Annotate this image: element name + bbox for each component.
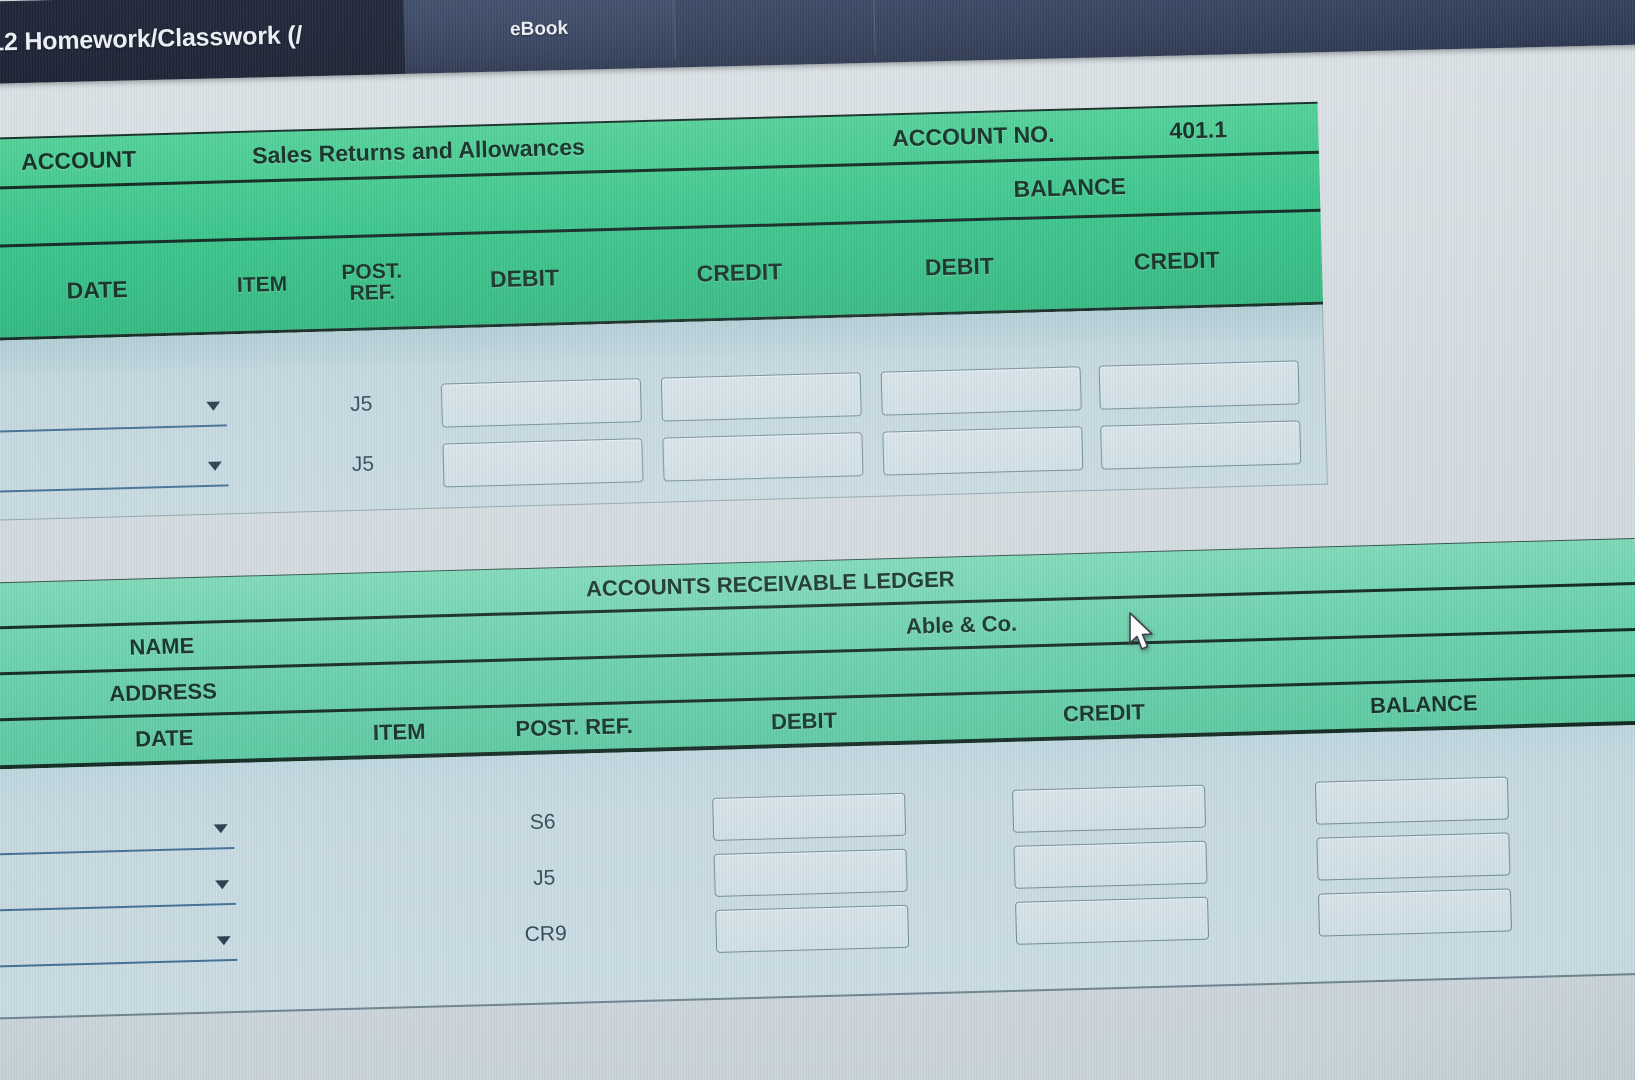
credit-input-gl-row-2[interactable] xyxy=(662,432,864,482)
account-no-value: 401.1 xyxy=(1169,116,1228,144)
date-dropdown-gl-row-2[interactable] xyxy=(0,452,229,494)
date-dropdown-ar-row-2[interactable] xyxy=(0,870,236,913)
tab-homework-classwork[interactable]: 12 Homework/Classwork (/ xyxy=(0,0,406,85)
debit-input-gl-row-1[interactable] xyxy=(440,378,642,428)
top-navigation-bar: 12 Homework/Classwork (/ eBook xyxy=(0,0,1635,85)
ar-column-header-date: DATE xyxy=(134,725,194,752)
general-ledger-body: - J5 J5 xyxy=(0,304,1328,521)
balance-input-ar-row-2[interactable] xyxy=(1316,832,1511,881)
chevron-down-icon xyxy=(216,936,231,946)
date-dropdown-gl-row-1[interactable] xyxy=(0,392,227,434)
post-ref-gl-row-2: J5 xyxy=(351,452,375,477)
post-ref-ar-row-3: CR9 xyxy=(524,921,568,947)
ar-name-label: NAME xyxy=(129,632,195,660)
balance-input-ar-row-1[interactable] xyxy=(1314,776,1509,825)
balance-credit-input-gl-row-1[interactable] xyxy=(1098,360,1300,410)
ar-column-header-balance: BALANCE xyxy=(1369,690,1478,719)
debit-input-ar-row-2[interactable] xyxy=(713,848,908,897)
ar-column-header-post-ref: POST. REF. xyxy=(515,713,634,742)
ar-name-value: Able & Co. xyxy=(905,610,1018,639)
tab-ebook[interactable]: eBook xyxy=(403,0,676,74)
balance-debit-input-gl-row-1[interactable] xyxy=(880,366,1082,416)
balance-credit-input-gl-row-2[interactable] xyxy=(1100,420,1302,470)
balance-group-label: BALANCE xyxy=(1013,172,1127,203)
chevron-down-icon xyxy=(215,880,230,890)
post-ref-ar-row-2: J5 xyxy=(532,866,556,890)
tab-ebook-label: eBook xyxy=(509,17,569,41)
mouse-cursor-icon xyxy=(1129,612,1153,650)
column-header-post-ref: POST. REF. xyxy=(311,236,433,329)
tab-homework-classwork-label: 12 Homework/Classwork (/ xyxy=(0,20,303,57)
post-ref-ar-row-1: S6 xyxy=(529,810,556,834)
date-dropdown-ar-row-3[interactable] xyxy=(0,926,238,969)
balance-debit-input-gl-row-2[interactable] xyxy=(882,426,1084,476)
account-name-value: Sales Returns and Allowances xyxy=(251,133,586,169)
tab-divider xyxy=(673,0,676,60)
column-header-balance-debit: DEBIT xyxy=(924,252,995,280)
post-ref-gl-row-1: J5 xyxy=(349,392,373,417)
column-header-credit: CREDIT xyxy=(696,257,783,287)
tab-divider xyxy=(873,0,876,55)
credit-input-ar-row-1[interactable] xyxy=(1011,784,1207,833)
accounts-receivable-body: )-- S6 J5 xyxy=(0,724,1635,1020)
balance-input-ar-row-3[interactable] xyxy=(1317,888,1512,937)
ar-column-header-debit: DEBIT xyxy=(770,707,838,735)
column-header-debit: DEBIT xyxy=(489,263,560,292)
debit-input-gl-row-2[interactable] xyxy=(442,438,644,488)
column-header-date: DATE xyxy=(66,275,128,304)
account-label: ACCOUNT xyxy=(20,145,137,175)
account-no-label: ACCOUNT NO. xyxy=(891,120,1055,152)
credit-input-ar-row-2[interactable] xyxy=(1013,840,1208,889)
chevron-down-icon xyxy=(207,461,223,471)
screen-photo: 12 Homework/Classwork (/ eBook ACCOUNT S… xyxy=(0,0,1635,1080)
general-ledger-account-table: ACCOUNT Sales Returns and Allowances ACC… xyxy=(0,101,1328,521)
general-ledger-header: ACCOUNT Sales Returns and Allowances ACC… xyxy=(0,101,1324,341)
credit-input-gl-row-1[interactable] xyxy=(660,372,862,422)
ar-address-label: ADDRESS xyxy=(108,677,218,706)
date-dropdown-ar-row-1[interactable] xyxy=(0,814,235,857)
column-header-balance-credit: CREDIT xyxy=(1133,245,1220,275)
debit-input-ar-row-1[interactable] xyxy=(712,792,907,841)
ar-column-header-item: ITEM xyxy=(372,718,426,746)
debit-input-ar-row-3[interactable] xyxy=(715,904,910,953)
ar-address-value xyxy=(852,646,1073,695)
column-header-post-ref-line2: REF. xyxy=(349,280,396,306)
ar-column-header-credit: CREDIT xyxy=(1062,699,1146,727)
chevron-down-icon xyxy=(213,824,228,834)
chevron-down-icon xyxy=(206,401,221,411)
accounts-receivable-ledger-table: ACCOUNTS RECEIVABLE LEDGER NAME Able & C… xyxy=(0,537,1635,1020)
credit-input-ar-row-3[interactable] xyxy=(1015,896,1210,945)
